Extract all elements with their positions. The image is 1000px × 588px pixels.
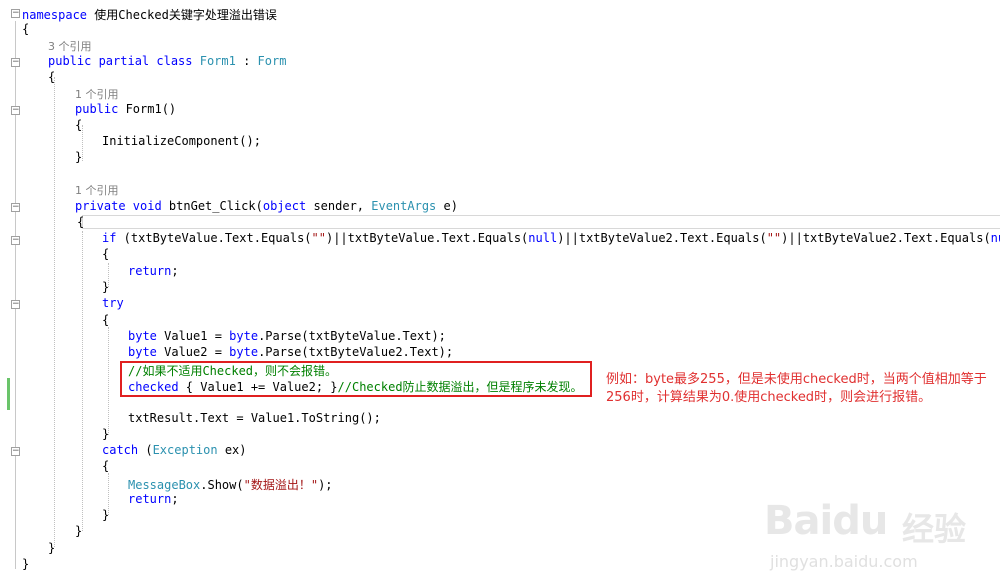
- keyword: return: [128, 492, 172, 506]
- code-line[interactable]: {: [48, 70, 55, 84]
- current-line-highlight: [82, 215, 1000, 229]
- param: e): [436, 199, 458, 213]
- code-text: ex): [217, 443, 247, 457]
- code-text: );: [318, 478, 333, 492]
- code-line[interactable]: byte Value1 = byte.Parse(txtByteValue.Te…: [128, 329, 446, 343]
- watermark: Baidu 经验 jingyan.baidu.com: [760, 492, 1000, 582]
- indent-guide-method2: [82, 231, 83, 531]
- code-line[interactable]: }: [75, 150, 82, 164]
- code-text: )||txtByteValue2.Text.Equals(: [781, 231, 991, 245]
- code-line[interactable]: }: [48, 541, 55, 555]
- codelens-references[interactable]: 1 个引用: [75, 86, 119, 102]
- code-line[interactable]: }: [102, 427, 109, 441]
- type-name: MessageBox: [128, 478, 201, 492]
- code-line[interactable]: txtResult.Text = Value1.ToString();: [128, 411, 381, 425]
- watermark-cn: 经验: [902, 510, 967, 548]
- codelens-references[interactable]: 1 个引用: [75, 182, 119, 198]
- keyword: byte: [229, 329, 259, 343]
- code-line[interactable]: {: [102, 247, 109, 261]
- keyword: object: [262, 199, 307, 213]
- code-text: .Parse(txtByteValue.Text);: [258, 329, 446, 343]
- param: sender,: [306, 199, 372, 213]
- code-line[interactable]: public partial class Form1 : Form: [48, 54, 286, 68]
- code-line[interactable]: MessageBox.Show("数据溢出！");: [128, 476, 333, 493]
- constructor-name: Form1(): [118, 102, 177, 116]
- code-text: ;: [171, 492, 179, 506]
- keyword: null: [990, 231, 1000, 245]
- code-editor[interactable]: − − − − − − − namespace 使用Checked关键字处理溢出…: [0, 0, 1000, 588]
- code-line[interactable]: {: [22, 22, 29, 36]
- keyword: return: [128, 264, 172, 278]
- code-line[interactable]: {: [102, 459, 109, 473]
- watermark-logo: Baidu: [764, 498, 888, 544]
- code-line[interactable]: }: [102, 508, 109, 522]
- code-line[interactable]: return;: [128, 264, 179, 278]
- keyword: private void: [75, 199, 162, 213]
- keyword: byte: [128, 345, 157, 359]
- base-type: Form: [257, 54, 287, 68]
- code-line[interactable]: if (txtByteValue.Text.Equals("")||txtByt…: [102, 231, 1000, 245]
- keyword: null: [528, 231, 558, 245]
- code-line[interactable]: {: [102, 313, 109, 327]
- annotation-text: 例如：byte最多255，但是未使用checked时，当两个值相加等于256时，…: [606, 372, 987, 405]
- collapse-icon[interactable]: −: [11, 203, 20, 212]
- keyword: if: [102, 231, 117, 245]
- keyword: catch: [102, 443, 139, 457]
- code-line[interactable]: {: [75, 118, 82, 132]
- change-marker: [7, 378, 10, 410]
- watermark-url: jingyan.baidu.com: [770, 552, 918, 571]
- collapse-icon[interactable]: −: [11, 58, 20, 67]
- code-text: Value1 =: [156, 329, 230, 343]
- code-line[interactable]: byte Value2 = byte.Parse(txtByteValue2.T…: [128, 345, 453, 359]
- code-text: .Parse(txtByteValue2.Text);: [258, 345, 454, 359]
- type-name: EventArgs: [371, 199, 437, 213]
- class-name: Form1: [192, 54, 236, 68]
- collapse-icon[interactable]: −: [11, 300, 20, 309]
- keyword: byte: [128, 329, 157, 343]
- code-line[interactable]: {: [77, 215, 84, 229]
- code-line[interactable]: catch (Exception ex): [102, 443, 247, 457]
- code-line[interactable]: InitializeComponent();: [102, 134, 261, 148]
- highlight-box: [120, 361, 592, 397]
- code-line[interactable]: }: [102, 280, 109, 294]
- string-literal: "": [766, 231, 782, 245]
- string-literal: "": [311, 231, 326, 245]
- collapse-icon[interactable]: −: [11, 447, 20, 456]
- code-text: Value2 =: [156, 345, 230, 359]
- punctuation: :: [235, 54, 258, 68]
- collapse-icon[interactable]: −: [11, 106, 20, 115]
- collapse-icon[interactable]: −: [11, 236, 20, 245]
- collapse-icon[interactable]: −: [11, 9, 20, 18]
- code-text: (txtByteValue.Text.Equals(: [116, 231, 312, 245]
- code-text: .Show(: [200, 478, 244, 492]
- code-line[interactable]: return;: [128, 492, 179, 506]
- code-line[interactable]: }: [75, 524, 82, 538]
- code-text: )||txtByteValue.Text.Equals(: [325, 231, 529, 245]
- indent-guide-class: [54, 77, 55, 547]
- keyword: public partial class: [48, 54, 193, 68]
- code-line[interactable]: try: [102, 296, 124, 310]
- code-line[interactable]: namespace 使用Checked关键字处理溢出错误: [22, 6, 277, 23]
- code-line[interactable]: private void btnGet_Click(object sender,…: [75, 199, 458, 213]
- type-name: Exception: [152, 443, 218, 457]
- code-text: (: [138, 443, 153, 457]
- indent-guide-try: [108, 327, 109, 435]
- keyword: byte: [229, 345, 259, 359]
- string-literal: "数据溢出！": [243, 478, 319, 492]
- namespace-bracket-guide: [15, 21, 16, 569]
- code-line[interactable]: }: [22, 557, 29, 571]
- namespace-name: 使用Checked关键字处理溢出错误: [87, 8, 277, 22]
- keyword: public: [75, 102, 119, 116]
- keyword: namespace: [22, 8, 88, 22]
- code-text: ;: [171, 264, 179, 278]
- code-line[interactable]: public Form1(): [75, 102, 176, 116]
- codelens-references[interactable]: 3 个引用: [48, 38, 92, 54]
- code-text: )||txtByteValue2.Text.Equals(: [557, 231, 767, 245]
- method-name: btnGet_Click(: [161, 199, 263, 213]
